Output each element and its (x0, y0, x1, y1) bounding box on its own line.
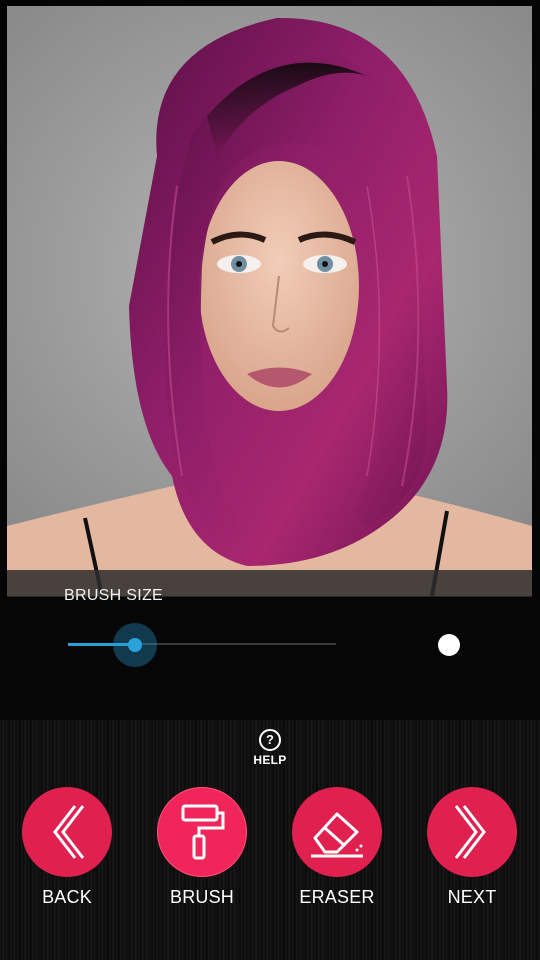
eraser-button[interactable]: ERASER (277, 787, 397, 908)
back-button[interactable]: BACK (7, 787, 127, 908)
next-label: NEXT (447, 887, 497, 907)
back-circle[interactable] (22, 787, 112, 877)
next-button[interactable]: NEXT (412, 787, 532, 908)
back-label: BACK (42, 887, 92, 907)
hair-preview-photo[interactable] (7, 6, 532, 596)
help-icon: ? (259, 729, 281, 751)
brush-size-panel (0, 598, 540, 720)
eraser-label: ERASER (299, 887, 375, 907)
brush-size-label: BRUSH SIZE (64, 587, 164, 604)
help-label: HELP (253, 753, 287, 767)
eraser-icon (311, 812, 363, 858)
paint-roller-icon (181, 804, 225, 860)
help-button[interactable]: ? HELP (240, 729, 300, 767)
next-circle[interactable] (427, 787, 517, 877)
chevron-left-icon (53, 805, 85, 859)
portrait-illustration (7, 17, 532, 596)
brush-circle[interactable] (157, 787, 247, 877)
brush-label: BRUSH (169, 887, 234, 907)
eraser-circle[interactable] (292, 787, 382, 877)
slider-thumb-dot (128, 638, 142, 652)
brush-size-slider-track[interactable] (68, 642, 336, 646)
brush-size-preview-dot (438, 634, 460, 656)
brush-button[interactable]: BRUSH (142, 787, 262, 908)
chevron-right-icon (454, 805, 486, 859)
brush-size-slider-thumb[interactable] (113, 623, 157, 667)
